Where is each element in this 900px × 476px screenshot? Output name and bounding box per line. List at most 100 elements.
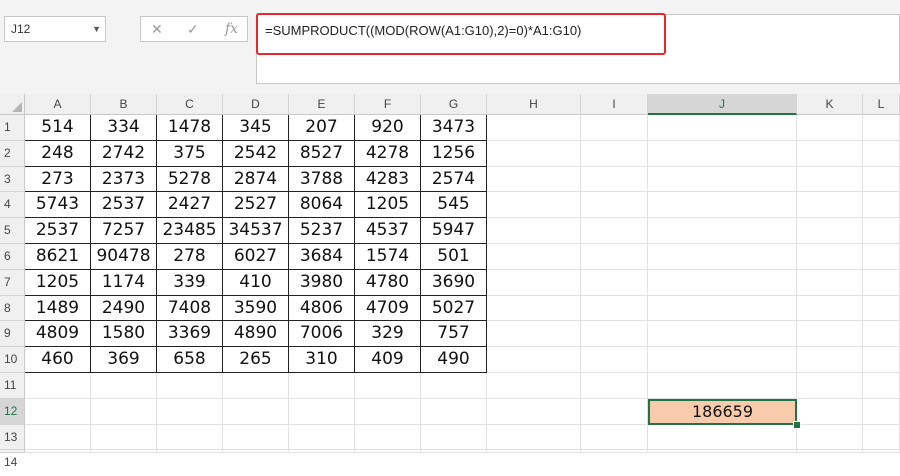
cell-h3[interactable] (487, 166, 581, 193)
cell-a6[interactable]: 8621 (25, 244, 91, 270)
formula-bar[interactable]: =SUMPRODUCT((MOD(ROW(A1:G10),2)=0)*A1:G1… (256, 14, 900, 84)
cell-c13[interactable] (157, 424, 223, 451)
cell-c8[interactable]: 7408 (157, 295, 223, 322)
cell-b4[interactable]: 2537 (91, 192, 157, 219)
column-header-b[interactable]: B (91, 94, 157, 115)
cell-k9[interactable] (797, 321, 863, 348)
cell-g12[interactable] (421, 398, 487, 425)
cell-e10[interactable]: 310 (289, 347, 355, 373)
cell-h5[interactable] (487, 218, 581, 244)
cell-k11[interactable] (797, 373, 863, 399)
cell-l1[interactable] (863, 115, 900, 141)
cell-h7[interactable] (487, 269, 581, 296)
cell-i4[interactable] (581, 192, 648, 219)
column-header-a[interactable]: A (25, 94, 91, 115)
row-header-1[interactable]: 1 (0, 115, 25, 141)
cell-i7[interactable] (581, 269, 648, 296)
cell-k1[interactable] (797, 115, 863, 141)
cell-d13[interactable] (223, 424, 289, 451)
cell-e8[interactable]: 4806 (289, 295, 355, 322)
cell-l2[interactable] (863, 140, 900, 167)
column-header-f[interactable]: F (355, 94, 421, 115)
cell-d5[interactable]: 34537 (223, 218, 289, 244)
cell-l9[interactable] (863, 321, 900, 348)
cell-a3[interactable]: 273 (25, 166, 91, 193)
cell-l8[interactable] (863, 295, 900, 322)
cell-a11[interactable] (25, 373, 91, 399)
cell-c7[interactable]: 339 (157, 269, 223, 296)
cell-e2[interactable]: 8527 (289, 140, 355, 167)
cell-f1[interactable]: 920 (355, 115, 421, 141)
cell-j8[interactable] (648, 295, 797, 322)
cell-d2[interactable]: 2542 (223, 140, 289, 167)
cell-k2[interactable] (797, 140, 863, 167)
cell-l6[interactable] (863, 244, 900, 270)
cell-h13[interactable] (487, 424, 581, 451)
fill-handle[interactable] (793, 420, 801, 429)
cell-g5[interactable]: 5947 (421, 218, 487, 244)
cell-k10[interactable] (797, 347, 863, 373)
cell-g9[interactable]: 757 (421, 321, 487, 348)
cell-k7[interactable] (797, 269, 863, 296)
cell-j7[interactable] (648, 269, 797, 296)
check-icon[interactable]: ✓ (187, 17, 199, 41)
cell-h8[interactable] (487, 295, 581, 322)
cell-b12[interactable] (91, 398, 157, 425)
cell-f12[interactable] (355, 398, 421, 425)
cell-g7[interactable]: 3690 (421, 269, 487, 296)
cell-e1[interactable]: 207 (289, 115, 355, 141)
cell-c2[interactable]: 375 (157, 140, 223, 167)
cell-j10[interactable] (648, 347, 797, 373)
fx-icon[interactable]: fx (225, 17, 238, 41)
name-box[interactable]: J12 ▼ (4, 16, 106, 42)
cell-a4[interactable]: 5743 (25, 192, 91, 219)
cell-c3[interactable]: 5278 (157, 166, 223, 193)
cell-a9[interactable]: 4809 (25, 321, 91, 348)
cell-i5[interactable] (581, 218, 648, 244)
cell-b13[interactable] (91, 424, 157, 451)
column-header-l[interactable]: L (863, 94, 900, 115)
cell-g13[interactable] (421, 424, 487, 451)
cell-d10[interactable]: 265 (223, 347, 289, 373)
cell-i12[interactable] (581, 398, 648, 425)
cell-c12[interactable] (157, 398, 223, 425)
cell-f8[interactable]: 4709 (355, 295, 421, 322)
cell-b3[interactable]: 2373 (91, 166, 157, 193)
cell-i9[interactable] (581, 321, 648, 348)
row-header-4[interactable]: 4 (0, 192, 25, 219)
cell-e12[interactable] (289, 398, 355, 425)
result-cell-j12[interactable]: 186659 (648, 398, 797, 425)
cell-e7[interactable]: 3980 (289, 269, 355, 296)
cell-d6[interactable]: 6027 (223, 244, 289, 270)
cell-l4[interactable] (863, 192, 900, 219)
cell-j2[interactable] (648, 140, 797, 167)
cell-f5[interactable]: 4537 (355, 218, 421, 244)
cell-d9[interactable]: 4890 (223, 321, 289, 348)
cell-j11[interactable] (648, 373, 797, 399)
cell-h9[interactable] (487, 321, 581, 348)
cell-f11[interactable] (355, 373, 421, 399)
cell-g1[interactable]: 3473 (421, 115, 487, 141)
cell-b9[interactable]: 1580 (91, 321, 157, 348)
cell-d12[interactable] (223, 398, 289, 425)
cell-j3[interactable] (648, 166, 797, 193)
cell-c6[interactable]: 278 (157, 244, 223, 270)
cell-i6[interactable] (581, 244, 648, 270)
x-icon[interactable]: ✕ (151, 17, 163, 41)
cell-k3[interactable] (797, 166, 863, 193)
cell-i10[interactable] (581, 347, 648, 373)
cell-l7[interactable] (863, 269, 900, 296)
cell-k8[interactable] (797, 295, 863, 322)
cell-d1[interactable]: 345 (223, 115, 289, 141)
cell-l5[interactable] (863, 218, 900, 244)
row-header-2[interactable]: 2 (0, 140, 25, 167)
cell-a8[interactable]: 1489 (25, 295, 91, 322)
cell-a10[interactable]: 460 (25, 347, 91, 373)
column-header-k[interactable]: K (797, 94, 863, 115)
cell-c1[interactable]: 1478 (157, 115, 223, 141)
cell-c11[interactable] (157, 373, 223, 399)
column-header-g[interactable]: G (421, 94, 487, 115)
column-header-i[interactable]: I (581, 94, 648, 115)
cell-f10[interactable]: 409 (355, 347, 421, 373)
cell-c10[interactable]: 658 (157, 347, 223, 373)
